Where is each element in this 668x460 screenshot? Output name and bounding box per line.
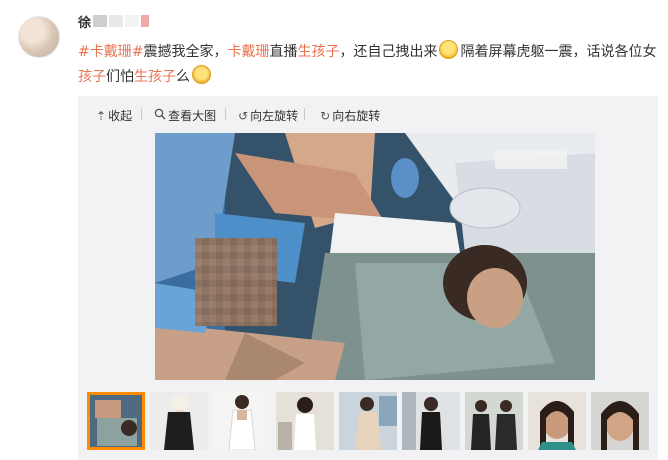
post-text-segment: 们怕 bbox=[106, 69, 134, 85]
keyword-link[interactable]: 生孩子 bbox=[134, 69, 176, 85]
magnifier-icon bbox=[154, 108, 166, 123]
thumbnail-3[interactable] bbox=[213, 392, 271, 450]
username-blur bbox=[141, 15, 150, 27]
thumbnail-image bbox=[528, 392, 586, 450]
thumbnail-image bbox=[339, 392, 397, 450]
toolbar-divider bbox=[304, 108, 305, 120]
thumbnail-image bbox=[591, 392, 649, 450]
media-panel: ⇡ 收起 查看大图 ↺ 向左旋转 ↻ 向右旋转 bbox=[78, 96, 658, 460]
collapse-button[interactable]: ⇡ 收起 bbox=[96, 107, 132, 124]
thumbnail-1[interactable] bbox=[87, 392, 145, 450]
username-blur bbox=[109, 15, 124, 27]
username-blur bbox=[125, 15, 140, 27]
thumbnail-image bbox=[465, 392, 523, 450]
laughing-emoji-icon bbox=[192, 65, 211, 84]
thumbnail-strip bbox=[87, 392, 649, 450]
keyword-link[interactable]: 孩子 bbox=[78, 69, 106, 85]
keyword-link[interactable]: 生孩子 bbox=[297, 44, 339, 60]
toolbar-divider bbox=[225, 108, 226, 120]
thumbnail-7[interactable] bbox=[465, 392, 523, 450]
thumbnail-8[interactable] bbox=[528, 392, 586, 450]
thumbnail-image bbox=[276, 392, 334, 450]
view-large-label: 查看大图 bbox=[168, 109, 217, 123]
username-row[interactable]: 徐 bbox=[78, 12, 150, 31]
thumbnail-image bbox=[87, 392, 145, 450]
shocked-emoji-icon bbox=[439, 40, 459, 59]
thumbnail-image bbox=[150, 392, 208, 450]
thumbnail-4[interactable] bbox=[276, 392, 334, 450]
post-text-segment: ，还自己拽出来 bbox=[339, 44, 438, 60]
thumbnail-9[interactable] bbox=[591, 392, 649, 450]
thumbnail-6[interactable] bbox=[402, 392, 460, 450]
view-large-button[interactable]: 查看大图 bbox=[154, 107, 216, 124]
post-text: #卡戴珊#震撼我全家，卡戴珊直播生孩子，还自己拽出来 隔着屏幕虎躯一震，话说各位女… bbox=[78, 40, 658, 90]
image-watermark bbox=[495, 151, 567, 169]
post-text-segment: 直播 bbox=[269, 44, 298, 60]
main-image[interactable] bbox=[155, 133, 595, 380]
thumbnail-image bbox=[402, 392, 460, 450]
post-text-segment: 震撼我全家， bbox=[143, 44, 228, 60]
topic-link[interactable]: #卡戴珊# bbox=[78, 44, 143, 60]
rotate-left-icon: ↺ bbox=[238, 108, 249, 123]
post-text-segment: 么 bbox=[176, 69, 190, 85]
toolbar-divider bbox=[141, 108, 142, 120]
rotate-right-button[interactable]: ↻ 向右旋转 bbox=[320, 107, 380, 124]
avatar[interactable] bbox=[18, 16, 60, 58]
username-blur bbox=[93, 15, 108, 27]
pixelated-area bbox=[195, 238, 277, 326]
rotate-right-icon: ↻ bbox=[320, 108, 331, 123]
rotate-right-label: 向右旋转 bbox=[332, 109, 381, 123]
rotate-left-label: 向左旋转 bbox=[250, 109, 299, 123]
rotate-left-button[interactable]: ↺ 向左旋转 bbox=[238, 107, 298, 124]
thumbnail-5[interactable] bbox=[339, 392, 397, 450]
username[interactable]: 徐 bbox=[78, 12, 91, 31]
arrow-up-icon: ⇡ bbox=[96, 108, 107, 123]
collapse-label: 收起 bbox=[108, 109, 133, 123]
keyword-link[interactable]: 卡戴珊 bbox=[227, 44, 269, 60]
thumbnail-image bbox=[213, 392, 271, 450]
post-text-segment: 隔着屏幕虎躯一震，话说各位女 bbox=[460, 44, 657, 60]
media-toolbar: ⇡ 收起 查看大图 ↺ 向左旋转 ↻ 向右旋转 bbox=[96, 107, 380, 124]
thumbnail-2[interactable] bbox=[150, 392, 208, 450]
